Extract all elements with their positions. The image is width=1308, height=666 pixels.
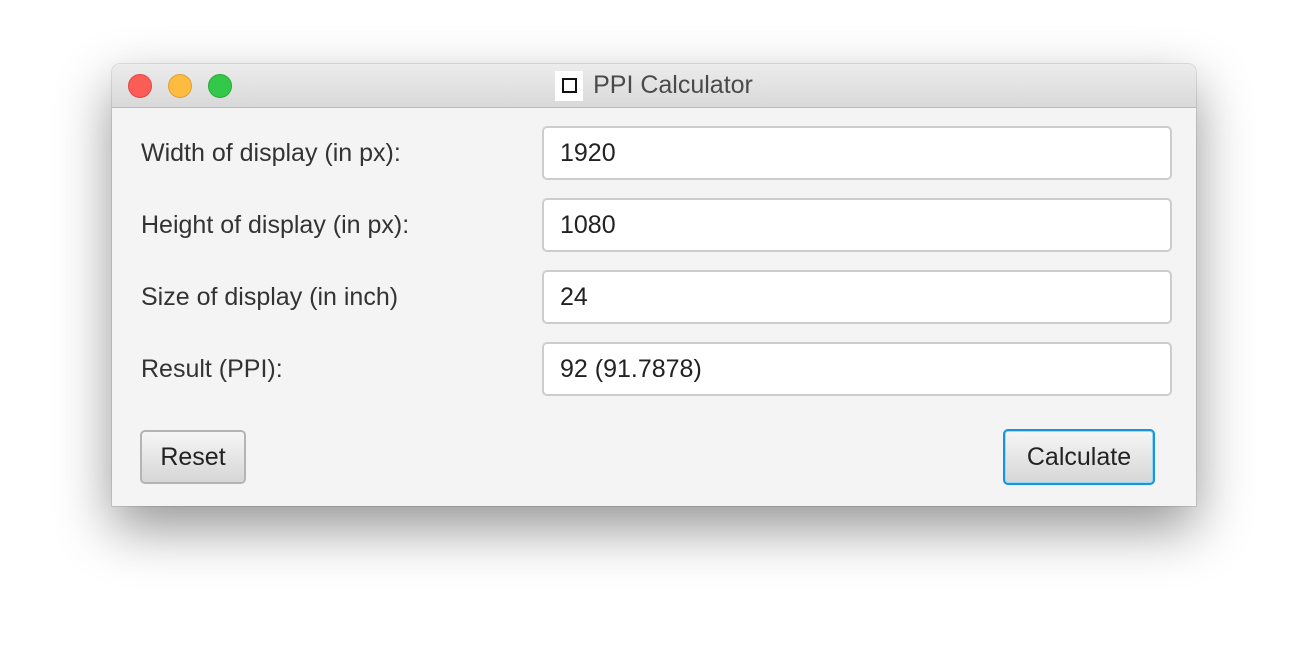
app-window: PPI Calculator Width of display (in px):… [112, 64, 1196, 506]
blank-square-icon [561, 78, 577, 93]
title-bar[interactable]: PPI Calculator [112, 64, 1196, 108]
size-input[interactable] [542, 270, 1172, 324]
width-label: Width of display (in px): [141, 139, 401, 167]
calculate-button[interactable]: Calculate [1003, 429, 1155, 485]
height-input[interactable] [542, 198, 1172, 252]
height-label: Height of display (in px): [141, 211, 410, 239]
result-label: Result (PPI): [141, 355, 283, 383]
width-input[interactable] [542, 126, 1172, 180]
title-container: PPI Calculator [112, 64, 1196, 107]
app-icon [555, 70, 584, 101]
window-title: PPI Calculator [593, 71, 753, 99]
reset-button[interactable]: Reset [140, 430, 246, 484]
result-output[interactable] [542, 342, 1172, 396]
size-label: Size of display (in inch) [141, 283, 399, 311]
